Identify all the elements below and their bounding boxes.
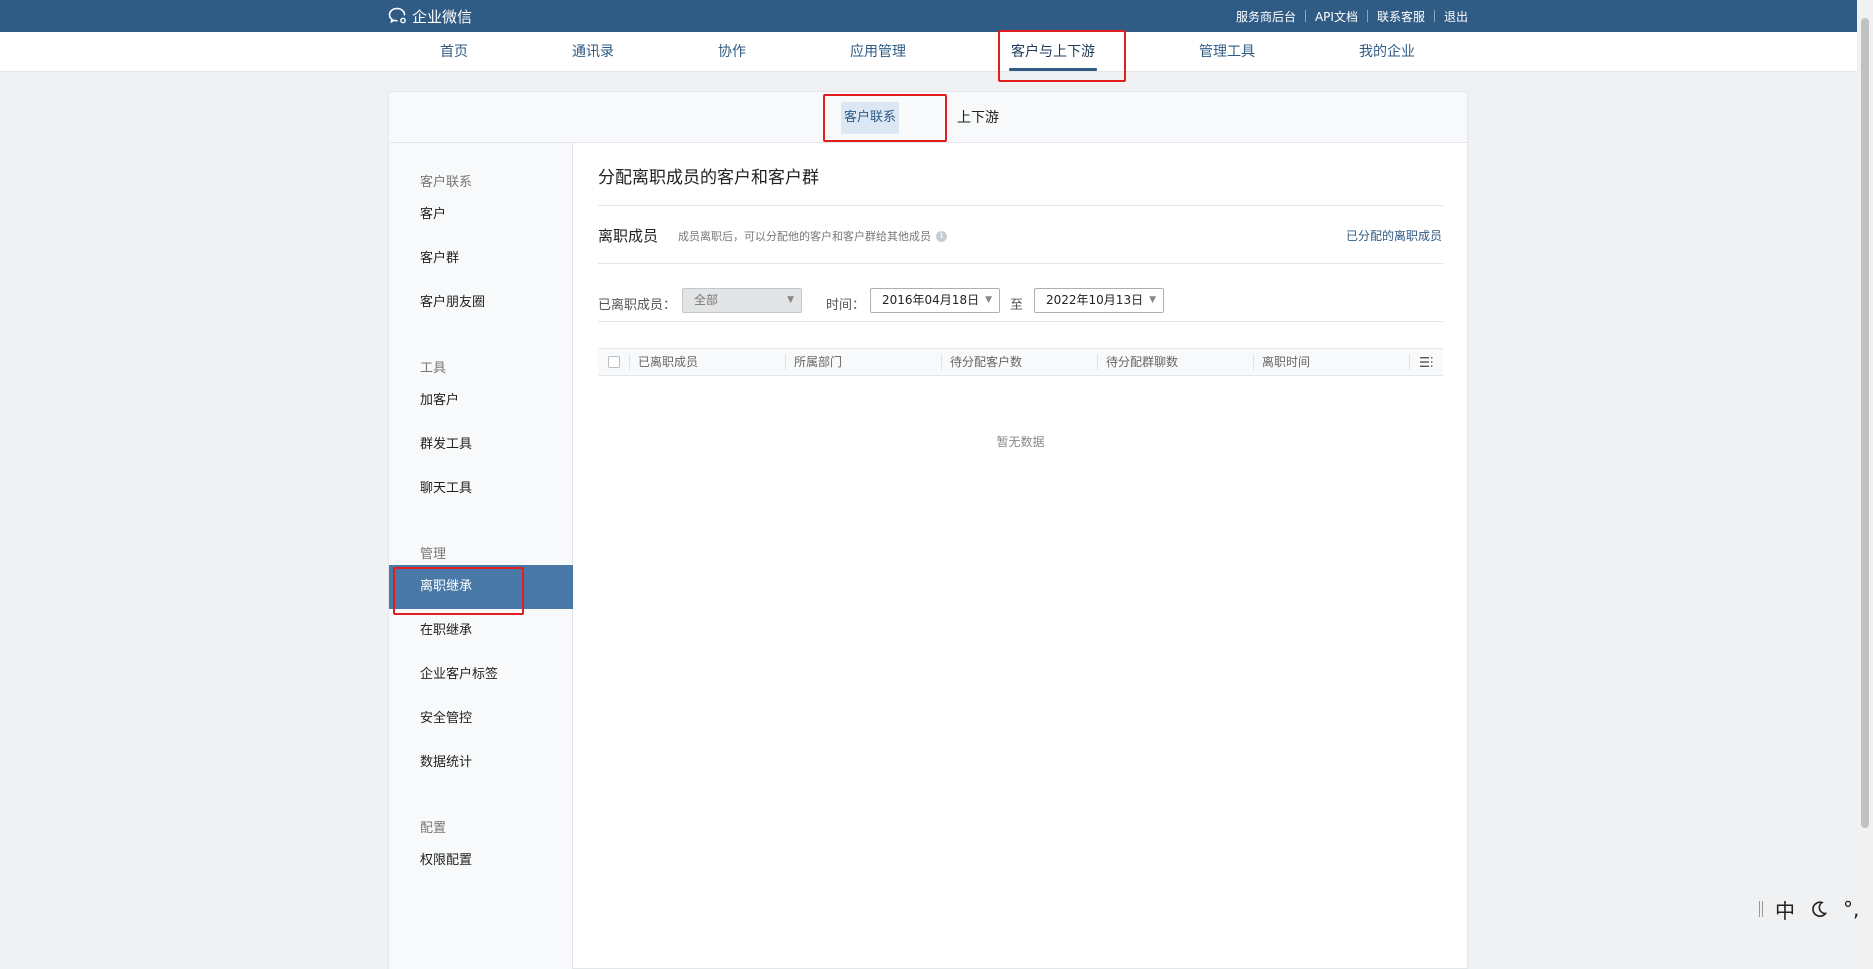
member-filter-select[interactable]: 全部 ▼ bbox=[682, 288, 802, 313]
assigned-members-link[interactable]: 已分配的离职成员 bbox=[1346, 227, 1442, 244]
sidebar-group-config: 配置 bbox=[420, 821, 447, 836]
content-card: 客户联系 上下游 客户联系 客户 客户群 客户朋友圈 工具 加客户 群发工具 聊… bbox=[388, 91, 1468, 969]
nav-management-tools[interactable]: 管理工具 bbox=[1199, 32, 1255, 72]
link-provider-console[interactable]: 服务商后台 bbox=[1236, 8, 1296, 25]
sub-nav: 客户联系 上下游 bbox=[389, 92, 1467, 143]
column-separator bbox=[1097, 354, 1098, 370]
sidebar-item-onjob-inheritance[interactable]: 在职继承 bbox=[389, 609, 573, 653]
column-separator bbox=[1253, 354, 1254, 370]
empty-state: 暂无数据 bbox=[996, 435, 1045, 449]
select-all-checkbox[interactable] bbox=[608, 356, 620, 368]
start-date-select[interactable]: 2016年04月18日 ▼ bbox=[870, 288, 1000, 313]
sidebar-item-security-control[interactable]: 安全管控 bbox=[389, 697, 573, 741]
nav-app-management[interactable]: 应用管理 bbox=[850, 32, 906, 72]
nav-collaboration[interactable]: 协作 bbox=[718, 32, 746, 72]
divider bbox=[598, 205, 1443, 206]
caret-down-icon: ▼ bbox=[985, 295, 992, 305]
link-contact-support[interactable]: 联系客服 bbox=[1377, 8, 1425, 25]
column-department[interactable]: 所属部门 bbox=[794, 349, 842, 375]
sidebar-item-broadcast-tool[interactable]: 群发工具 bbox=[389, 423, 573, 467]
nav-contacts[interactable]: 通讯录 bbox=[572, 32, 614, 72]
nav-home[interactable]: 首页 bbox=[440, 32, 468, 72]
end-date-value: 2022年10月13日 bbox=[1046, 293, 1144, 307]
logo-text: 企业微信 bbox=[412, 7, 473, 26]
sidebar-group-tools: 工具 bbox=[420, 361, 447, 376]
sidebar: 客户联系 客户 客户群 客户朋友圈 工具 加客户 群发工具 聊天工具 管理 离职… bbox=[389, 143, 573, 969]
page-scrollbar[interactable] bbox=[1857, 0, 1873, 969]
sidebar-group-management: 管理 bbox=[420, 547, 447, 562]
link-logout[interactable]: 退出 bbox=[1444, 8, 1468, 25]
caret-down-icon: ▼ bbox=[1149, 295, 1156, 305]
table-header: 已离职成员 所属部门 待分配客户数 待分配群聊数 离职时间 bbox=[598, 348, 1443, 376]
column-resign-time[interactable]: 离职时间 bbox=[1262, 349, 1310, 375]
column-settings-icon[interactable] bbox=[1420, 356, 1433, 368]
main-nav: 首页 通讯录 协作 应用管理 客户与上下游 管理工具 我的企业 bbox=[0, 32, 1857, 72]
sidebar-item-add-customer[interactable]: 加客户 bbox=[389, 379, 573, 423]
sidebar-group-customer-contact: 客户联系 bbox=[420, 175, 473, 190]
link-separator bbox=[1433, 10, 1435, 22]
sidebar-item-customer-groups[interactable]: 客户群 bbox=[389, 237, 573, 281]
ime-toolbar: 中 °, bbox=[1759, 895, 1859, 924]
info-icon[interactable]: i bbox=[936, 230, 947, 242]
column-separator bbox=[629, 354, 630, 370]
column-separator bbox=[1409, 354, 1410, 370]
link-api-docs[interactable]: API文档 bbox=[1315, 8, 1358, 25]
end-date-select[interactable]: 2022年10月13日 ▼ bbox=[1034, 288, 1164, 313]
nav-my-company[interactable]: 我的企业 bbox=[1359, 32, 1415, 72]
column-pending-group-chats[interactable]: 待分配群聊数 bbox=[1106, 349, 1178, 375]
divider bbox=[598, 263, 1443, 264]
section-title: 离职成员 bbox=[598, 227, 659, 245]
sidebar-item-chat-tool[interactable]: 聊天工具 bbox=[389, 467, 573, 511]
top-bar: 企业微信 服务商后台 API文档 联系客服 退出 bbox=[0, 0, 1857, 32]
sidebar-item-data-statistics[interactable]: 数据统计 bbox=[389, 741, 573, 785]
link-separator bbox=[1366, 10, 1368, 22]
sidebar-item-customers[interactable]: 客户 bbox=[389, 193, 573, 237]
member-filter-value: 全部 bbox=[694, 293, 719, 307]
start-date-value: 2016年04月18日 bbox=[882, 293, 980, 307]
member-filter-label: 已离职成员： bbox=[598, 298, 677, 313]
column-separator bbox=[785, 354, 786, 370]
time-filter-label: 时间： bbox=[826, 298, 866, 313]
column-resigned-member[interactable]: 已离职成员 bbox=[638, 349, 698, 375]
nav-customers-supply-chain[interactable]: 客户与上下游 bbox=[1009, 32, 1097, 72]
page-title: 分配离职成员的客户和客户群 bbox=[598, 168, 819, 188]
section-description-text: 成员离职后，可以分配他的客户和客户群给其他成员 bbox=[678, 230, 931, 243]
ime-language-toggle[interactable]: 中 bbox=[1775, 895, 1795, 924]
caret-down-icon: ▼ bbox=[787, 295, 794, 305]
divider bbox=[598, 321, 1443, 322]
sidebar-item-customer-tags[interactable]: 企业客户标签 bbox=[389, 653, 573, 697]
top-links: 服务商后台 API文档 联系客服 退出 bbox=[1236, 0, 1468, 32]
tab-supply-chain[interactable]: 上下游 bbox=[957, 102, 999, 134]
moon-icon[interactable] bbox=[1809, 899, 1829, 919]
main-content: 分配离职成员的客户和客户群 离职成员 成员离职后，可以分配他的客户和客户群给其他… bbox=[573, 143, 1467, 969]
sidebar-item-resigned-inheritance[interactable]: 离职继承 bbox=[389, 565, 573, 609]
link-separator bbox=[1304, 10, 1306, 22]
scrollbar-thumb[interactable] bbox=[1861, 18, 1869, 828]
tab-customer-contact[interactable]: 客户联系 bbox=[841, 102, 899, 134]
ime-punctuation-toggle[interactable]: °, bbox=[1843, 897, 1859, 921]
section-description: 成员离职后，可以分配他的客户和客户群给其他成员 i bbox=[678, 228, 947, 244]
logo[interactable]: 企业微信 bbox=[388, 6, 472, 26]
date-range-to-label: 至 bbox=[1010, 298, 1024, 313]
wecom-logo-icon bbox=[388, 7, 406, 24]
ime-drag-handle[interactable] bbox=[1759, 901, 1763, 917]
column-separator bbox=[941, 354, 942, 370]
sidebar-item-permission-config[interactable]: 权限配置 bbox=[389, 839, 573, 883]
sidebar-item-customer-moments[interactable]: 客户朋友圈 bbox=[389, 281, 573, 325]
column-pending-customers[interactable]: 待分配客户数 bbox=[950, 349, 1022, 375]
